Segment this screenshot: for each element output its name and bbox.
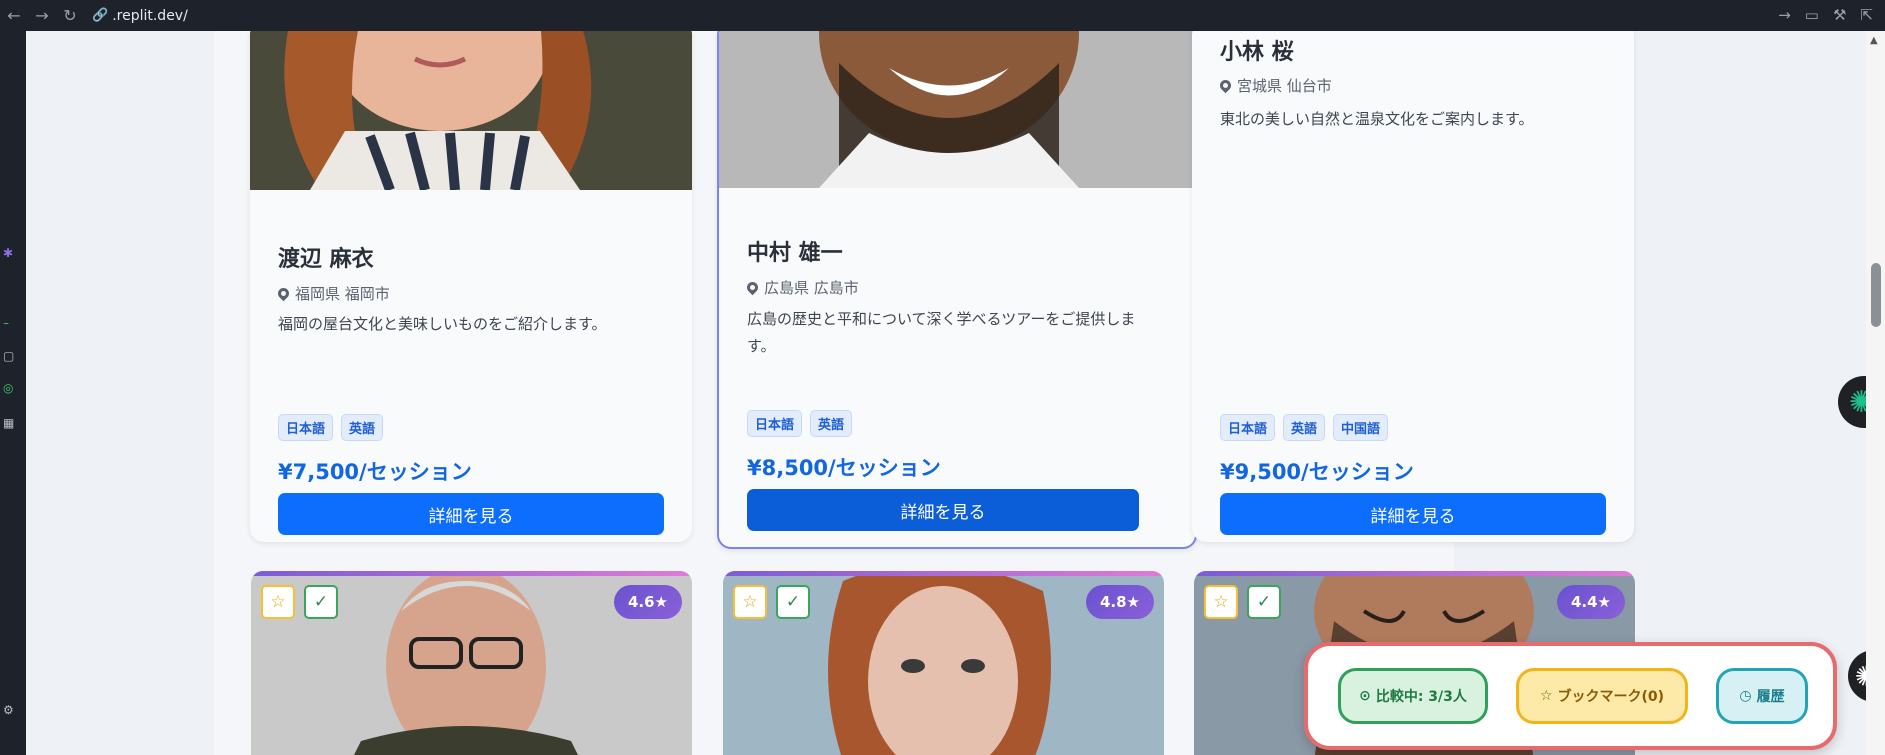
- language-tag: 日本語: [278, 414, 334, 441]
- location-text: 広島県 広島市: [764, 279, 859, 297]
- guide-description: 東北の美しい自然と温泉文化をご案内します。: [1220, 110, 1534, 128]
- rating-badge: 4.6★: [613, 585, 682, 619]
- compare-check-icon[interactable]: ✓: [304, 585, 338, 619]
- guide-name: 小林 桜: [1220, 40, 1294, 65]
- guide-description: 福岡の屋台文化と美味しいものをご紹介します。: [278, 315, 607, 333]
- rating-badge: 4.4★: [1556, 585, 1625, 619]
- language-tag: 英語: [1283, 414, 1326, 441]
- guide-photo: [719, 31, 1195, 188]
- guide-name: 渡辺 麻衣: [278, 247, 374, 272]
- floating-action-bar: ⊙ 比較中: 3/3人 ☆ ブックマーク(0) ◷ 履歴: [1304, 642, 1837, 750]
- guide-price: ¥7,500/セッション: [278, 460, 472, 484]
- guide-name: 中村 雄一: [747, 241, 843, 266]
- star-icon: ☆: [1539, 688, 1553, 704]
- bookmark-star-icon[interactable]: ☆: [261, 585, 295, 619]
- language-tag: 中国語: [1333, 414, 1389, 441]
- language-tags: 日本語 英語 中国語: [1220, 414, 1389, 441]
- guide-card: 渡辺 麻衣 福岡県 福岡市 福岡の屋台文化と美味しいものをご紹介します。 日本語…: [250, 31, 692, 542]
- guide-price: ¥9,500/セッション: [1220, 460, 1414, 484]
- card-accent-bar: [1194, 571, 1635, 576]
- view-details-button[interactable]: 詳細を見る: [278, 493, 664, 535]
- reload-icon[interactable]: ↻: [56, 6, 84, 25]
- forward-small-icon[interactable]: →: [1778, 6, 1791, 24]
- scroll-up-icon[interactable]: ▲: [1870, 35, 1878, 46]
- card-accent-bar: [251, 571, 692, 576]
- left-rail: ✱ – ▢ ◎ ▦ ⚙: [0, 31, 26, 755]
- view-details-button[interactable]: 詳細を見る: [747, 489, 1139, 531]
- browser-toolbar: ← → ↻ 🔗 .replit.dev/ → ▭ ⚒ ⇱: [0, 0, 1885, 31]
- guide-card: ☆ ✓ 4.8★: [723, 571, 1164, 755]
- card-accent-bar: [723, 571, 1164, 576]
- language-tag: 英語: [810, 410, 853, 437]
- guide-description: 広島の歴史と平和について深く学べるツアーをご提供します。: [747, 310, 1136, 355]
- guide-photo: [250, 31, 692, 190]
- external-link-icon[interactable]: ⇱: [1860, 6, 1873, 24]
- compare-check-icon[interactable]: ✓: [1247, 585, 1281, 619]
- dash-icon[interactable]: –: [3, 316, 9, 330]
- replit-icon[interactable]: ✱: [3, 246, 13, 260]
- compare-label: 比較中: 3/3人: [1375, 689, 1467, 705]
- settings-icon[interactable]: ⚙: [3, 703, 14, 717]
- language-tag: 日本語: [1220, 414, 1276, 441]
- globe-icon[interactable]: ◎: [3, 381, 13, 395]
- vertical-scrollbar[interactable]: ▲: [1866, 31, 1885, 755]
- guide-location: 福岡県 福岡市: [275, 283, 390, 304]
- arrow-right-icon[interactable]: →: [28, 6, 56, 25]
- address-bar[interactable]: 🔗 .replit.dev/: [92, 8, 188, 24]
- chat-icon[interactable]: ▢: [3, 349, 14, 363]
- bookmark-star-icon[interactable]: ☆: [733, 585, 767, 619]
- language-tags: 日本語 英語: [747, 410, 853, 437]
- language-tags: 日本語 英語: [278, 414, 384, 441]
- guide-card: ☆ ✓ 4.6★: [251, 571, 692, 755]
- language-tag: 日本語: [747, 410, 803, 437]
- toolbar-actions: → ▭ ⚒ ⇱: [1778, 6, 1873, 24]
- language-tag: 英語: [341, 414, 384, 441]
- wrench-icon[interactable]: ⚒: [1833, 6, 1846, 24]
- bookmark-label: ブックマーク(0): [1557, 689, 1665, 705]
- clock-icon: ◷: [1739, 688, 1752, 704]
- url-text: .replit.dev/: [112, 7, 188, 24]
- guide-location: 広島県 広島市: [744, 277, 859, 298]
- grid-icon[interactable]: ▦: [3, 416, 14, 430]
- bookmark-button[interactable]: ☆ ブックマーク(0): [1516, 668, 1688, 724]
- history-button[interactable]: ◷ 履歴: [1716, 668, 1808, 724]
- link-icon: 🔗: [92, 8, 109, 23]
- guide-price: ¥8,500/セッション: [747, 456, 941, 480]
- guide-location: 宮城県 仙台市: [1217, 75, 1332, 96]
- scrollbar-thumb[interactable]: [1871, 263, 1881, 327]
- guide-card: 小林 桜 宮城県 仙台市 東北の美しい自然と温泉文化をご案内します。 日本語 英…: [1192, 31, 1634, 542]
- check-circle-icon: ⊙: [1359, 688, 1371, 704]
- guide-card-selected: 中村 雄一 広島県 広島市 広島の歴史と平和について深く学べるツアーをご提供しま…: [717, 31, 1197, 549]
- compare-button[interactable]: ⊙ 比較中: 3/3人: [1338, 668, 1488, 724]
- map-pin-icon: [1217, 77, 1234, 94]
- map-pin-icon: [744, 279, 761, 296]
- compare-check-icon[interactable]: ✓: [776, 585, 810, 619]
- view-details-button[interactable]: 詳細を見る: [1220, 493, 1606, 535]
- monitor-icon[interactable]: ▭: [1805, 6, 1819, 24]
- location-text: 宮城県 仙台市: [1237, 77, 1332, 95]
- bookmark-star-icon[interactable]: ☆: [1204, 585, 1238, 619]
- rating-badge: 4.8★: [1085, 585, 1154, 619]
- arrow-left-icon[interactable]: ←: [0, 6, 28, 25]
- map-pin-icon: [275, 285, 292, 302]
- history-label: 履歴: [1756, 689, 1785, 705]
- location-text: 福岡県 福岡市: [295, 285, 390, 303]
